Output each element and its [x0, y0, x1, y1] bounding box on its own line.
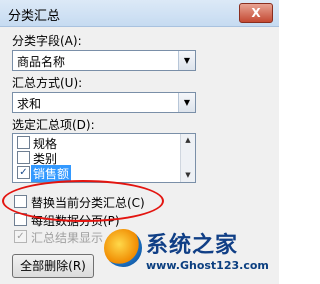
- group-by-select[interactable]: 商品名称 ▼: [12, 50, 196, 71]
- group-by-value: 商品名称: [17, 55, 66, 69]
- list-item-label: 销售额: [31, 165, 72, 182]
- scroll-up-icon[interactable]: ▲: [181, 134, 195, 147]
- watermark-logo: 系统之家 www.Ghost123.com: [100, 225, 279, 284]
- checkbox[interactable]: [17, 151, 30, 164]
- checkbox-disabled: ✓: [14, 230, 27, 243]
- checkbox-checked[interactable]: ✓: [17, 166, 30, 179]
- close-button[interactable]: X: [239, 3, 273, 23]
- group-by-label: 分类字段(A):: [12, 34, 82, 48]
- subtotal-dialog: 分类汇总 X 分类字段(A): 商品名称 ▼ 汇总方式(U): 求和 ▼ 选定汇…: [0, 0, 279, 284]
- function-label: 汇总方式(U):: [12, 76, 83, 90]
- add-subtotal-label: 选定汇总项(D):: [12, 118, 95, 132]
- list-item[interactable]: 规格: [15, 135, 177, 151]
- list-item[interactable]: 类别: [15, 150, 177, 166]
- summary-below-label: 汇总结果显示: [31, 231, 104, 245]
- watermark-url: www.Ghost123.com: [146, 259, 269, 272]
- logo-icon: [104, 229, 142, 267]
- remove-all-button[interactable]: 全部删除(R): [12, 254, 94, 278]
- highlight-ellipse: [2, 180, 164, 222]
- list-scrollbar[interactable]: ▲ ▼: [180, 134, 195, 182]
- scroll-down-icon[interactable]: ▼: [181, 169, 195, 182]
- dialog-title: 分类汇总: [8, 9, 61, 24]
- chevron-down-icon[interactable]: ▼: [178, 93, 195, 112]
- function-value: 求和: [17, 97, 42, 111]
- add-subtotal-list[interactable]: 规格 类别 ✓ 销售额 ▲ ▼: [12, 133, 196, 183]
- chevron-down-icon[interactable]: ▼: [178, 51, 195, 70]
- list-item[interactable]: ✓ 销售额: [15, 165, 177, 182]
- function-select[interactable]: 求和 ▼: [12, 92, 196, 113]
- title-bar: 分类汇总 X: [0, 0, 279, 27]
- checkbox[interactable]: [17, 136, 30, 149]
- watermark-name: 系统之家: [146, 232, 239, 258]
